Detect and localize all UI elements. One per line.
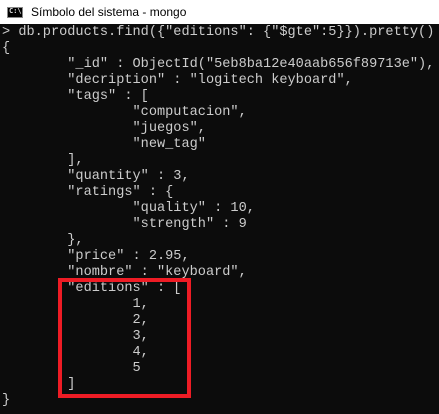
output-line: "strength" : 9 [2,217,247,232]
command-line: > db.products.find({"editions": {"$gte":… [2,25,435,40]
output-line: "price" : 2.95, [2,249,190,264]
output-line: "juegos", [2,121,206,136]
output-line: ], [2,153,84,168]
title-bar[interactable]: C:\ Símbolo del sistema - mongo [0,0,439,24]
output-line: "tags" : [ [2,89,149,104]
output-line: "new_tag" [2,137,206,152]
cmd-icon: C:\ [7,6,23,18]
output-line: "ratings" : { [2,185,174,200]
output-line: }, [2,233,84,248]
output-line: "quality" : 10, [2,201,255,216]
window-title: Símbolo del sistema - mongo [31,5,187,19]
output-line: "_id" : ObjectId("5eb8ba12e40aab656f8971… [2,57,435,72]
editions-highlight-box [58,278,191,398]
cmd-icon-text: C:\ [9,6,22,15]
output-line: { [2,41,11,56]
output-line: "computacion", [2,105,247,120]
output-line: "decription" : "logitech keyboard", [2,73,353,88]
output-line: "quantity" : 3, [2,169,190,184]
